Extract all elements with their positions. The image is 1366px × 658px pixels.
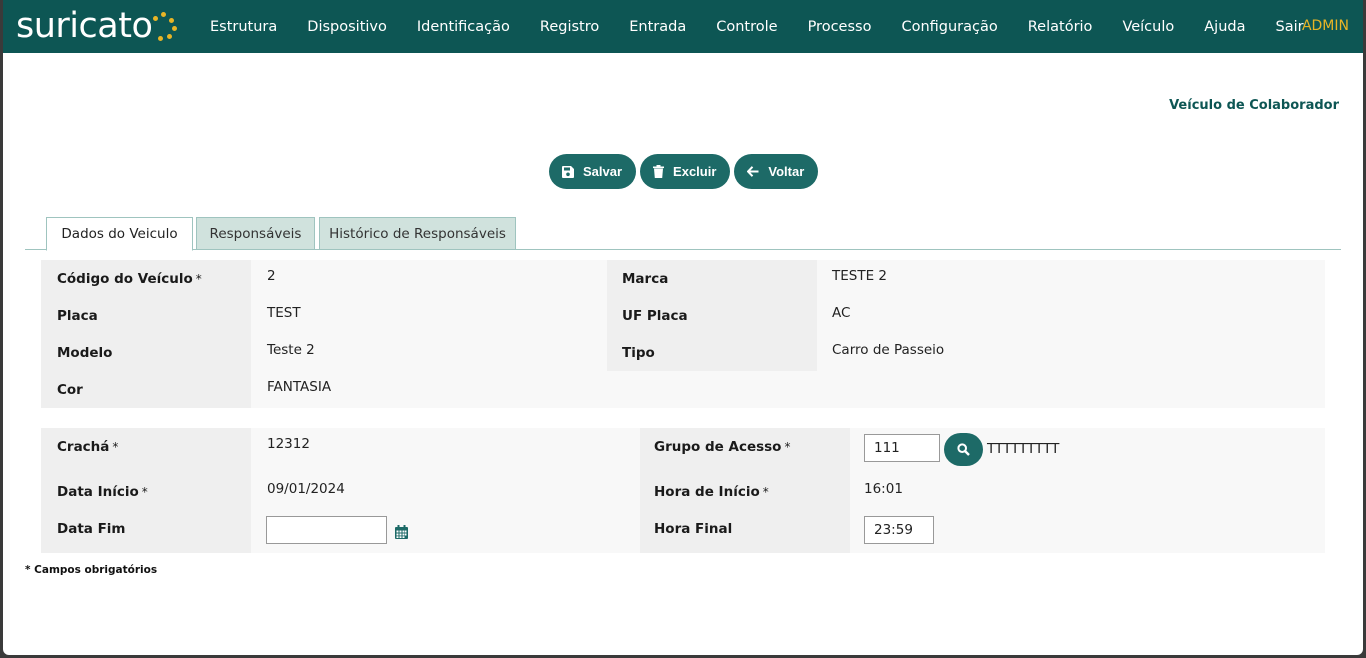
page-title: Veículo de Colaborador	[1169, 98, 1339, 113]
vehicle-code-value: 2	[267, 268, 276, 284]
logo-dots-icon	[153, 12, 178, 42]
start-time-label: Hora de Início *	[654, 484, 769, 500]
required-fields-note: * Campos obrigatórios	[25, 564, 158, 576]
type-value: Carro de Passeio	[832, 342, 945, 358]
delete-button-label: Excluir	[673, 164, 717, 179]
badge-value: 12312	[267, 436, 310, 452]
end-time-input[interactable]: 23:59	[864, 516, 934, 544]
plate-value: TEST	[267, 305, 301, 321]
arrow-left-icon	[747, 166, 759, 177]
search-icon	[957, 443, 970, 456]
save-button-label: Salvar	[583, 164, 623, 179]
tab-bar: Dados do Veiculo Responsáveis Histórico …	[25, 217, 1341, 251]
end-date-label: Data Fim	[57, 521, 126, 537]
access-group-input[interactable]: 111	[864, 434, 940, 462]
access-group-name: TTTTTTTTT	[987, 441, 1060, 457]
calendar-icon[interactable]	[395, 525, 408, 539]
brand-label: Marca	[622, 271, 669, 287]
menu-relatorio[interactable]: Relatório	[1028, 19, 1093, 35]
top-navbar: suricato Estrutura Dispositivo Identific…	[3, 0, 1363, 53]
start-date-label: Data Início *	[57, 484, 148, 500]
tab-dados-veiculo[interactable]: Dados do Veiculo	[46, 217, 193, 251]
uf-plate-label: UF Placa	[622, 308, 688, 324]
suricato-logo[interactable]: suricato	[16, 2, 178, 50]
menu-registro[interactable]: Registro	[540, 19, 599, 35]
logo-text: suricato	[16, 6, 153, 46]
menu-veiculo[interactable]: Veículo	[1122, 19, 1174, 35]
back-button-label: Voltar	[768, 164, 805, 179]
end-time-label: Hora Final	[654, 521, 733, 537]
start-time-value: 16:01	[864, 481, 903, 497]
menu-configuracao[interactable]: Configuração	[901, 19, 997, 35]
color-value: FANTASIA	[267, 379, 332, 395]
app-window: suricato Estrutura Dispositivo Identific…	[3, 0, 1363, 655]
save-button[interactable]: Salvar	[549, 154, 637, 189]
menu-sair[interactable]: Sair	[1275, 19, 1303, 35]
menu-ajuda[interactable]: Ajuda	[1204, 19, 1245, 35]
action-toolbar: Salvar Excluir Voltar	[549, 154, 819, 189]
type-label: Tipo	[622, 345, 655, 361]
menu-dispositivo[interactable]: Dispositivo	[307, 19, 387, 35]
color-label: Cor	[57, 382, 83, 398]
brand-value: TESTE 2	[832, 268, 888, 284]
end-date-input[interactable]	[266, 516, 387, 544]
tab-historico-responsaveis[interactable]: Histórico de Responsáveis	[319, 217, 516, 250]
floppy-disk-icon	[562, 165, 574, 178]
menu-identificacao[interactable]: Identificação	[417, 19, 510, 35]
menu-estrutura[interactable]: Estrutura	[210, 19, 277, 35]
trash-icon	[653, 165, 665, 178]
menu-controle[interactable]: Controle	[716, 19, 777, 35]
start-date-value: 09/01/2024	[267, 481, 345, 497]
plate-label: Placa	[57, 308, 98, 324]
model-value: Teste 2	[267, 342, 315, 358]
main-menu: Estrutura Dispositivo Identificação Regi…	[195, 0, 1319, 53]
model-label: Modelo	[57, 345, 113, 361]
menu-entrada[interactable]: Entrada	[629, 19, 686, 35]
access-group-label: Grupo de Acesso *	[654, 439, 791, 455]
vehicle-code-label: Código do Veículo *	[57, 271, 202, 287]
uf-plate-value: AC	[832, 305, 851, 321]
badge-label: Crachá *	[57, 439, 119, 455]
menu-processo[interactable]: Processo	[808, 19, 872, 35]
user-name[interactable]: ADMIN	[1302, 18, 1349, 34]
back-button[interactable]: Voltar	[734, 154, 819, 189]
delete-button[interactable]: Excluir	[640, 154, 731, 189]
tab-responsaveis[interactable]: Responsáveis	[196, 217, 315, 250]
access-group-search-button[interactable]	[944, 433, 983, 466]
